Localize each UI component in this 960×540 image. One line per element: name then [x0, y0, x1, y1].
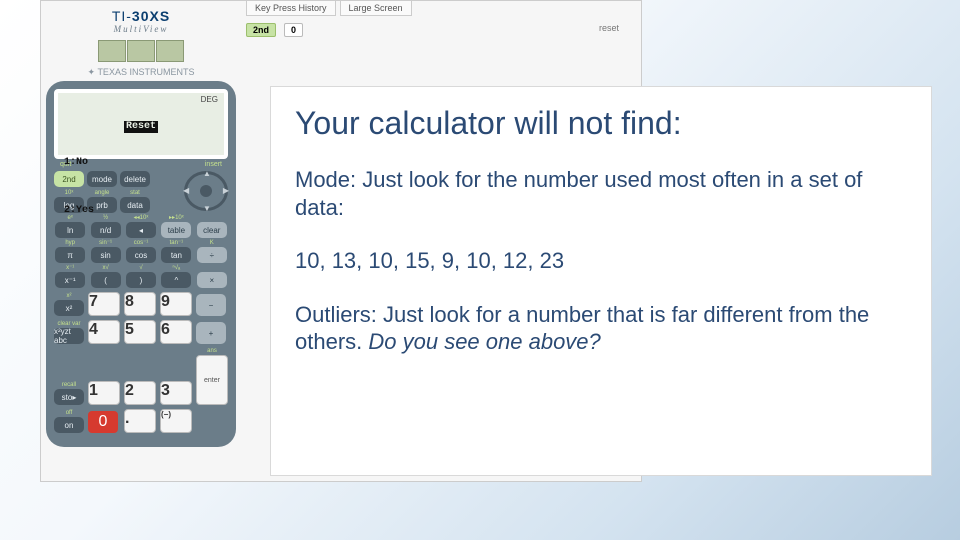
arrow-right-icon[interactable]: ▶	[223, 186, 229, 195]
key-9[interactable]: 9	[160, 292, 192, 316]
key-power[interactable]: ^	[161, 272, 191, 288]
lcd-line-1: Reset	[124, 121, 158, 133]
key-x2[interactable]: x²	[54, 300, 84, 316]
content-p1: Mode: Just look for the number used most…	[295, 166, 907, 221]
key-cos[interactable]: cos	[126, 247, 156, 263]
func-row-4: hypπ sin⁻¹sin cos⁻¹cos tan⁻¹tan K÷	[54, 240, 228, 263]
history-key-2nd: 2nd	[246, 23, 276, 37]
key-var[interactable]: x²yzt abc	[54, 328, 84, 344]
sup-x2: x²	[67, 293, 72, 299]
tab-key-history[interactable]: Key Press History	[246, 1, 336, 16]
key-neg[interactable]: (−)	[160, 409, 192, 433]
arrow-down-icon[interactable]: ▼	[203, 204, 211, 213]
content-panel: Your calculator will not find: Mode: Jus…	[270, 86, 932, 476]
lcd-frame: DEG Reset 1:No 2:Yes	[54, 89, 228, 159]
arrow-left-icon[interactable]: ◀	[183, 186, 189, 195]
key-sto[interactable]: sto▸	[54, 389, 84, 405]
key-tan[interactable]: tan	[161, 247, 191, 263]
content-dataset: 10, 13, 10, 15, 9, 10, 12, 23	[295, 247, 907, 275]
key-7[interactable]: 7	[88, 292, 120, 316]
calc-model: TI-30XS	[46, 8, 236, 24]
func-row-5: x⁻¹x⁻¹ x√( √) ⁿ√ₐ^ ×	[54, 265, 228, 288]
key-multiply[interactable]: ×	[197, 272, 227, 288]
key-minus[interactable]: −	[196, 294, 226, 316]
key-xinv[interactable]: x⁻¹	[55, 272, 85, 288]
key-sin[interactable]: sin	[91, 247, 121, 263]
key-plus[interactable]: +	[196, 322, 226, 344]
sup-ans: ans	[207, 348, 217, 354]
key-press-row: 2nd 0	[246, 23, 303, 37]
key-dot[interactable]: .	[124, 409, 156, 433]
sup-xinv: x⁻¹	[66, 265, 74, 271]
key-3[interactable]: 3	[160, 381, 192, 405]
lcd-line-2: 1:No	[64, 157, 218, 169]
calc-header: TI-30XS MultiView	[46, 4, 236, 36]
ti-logo: TEXAS INSTRUMENTS	[46, 68, 236, 77]
key-2[interactable]: 2	[124, 381, 156, 405]
sup-blank2	[211, 265, 213, 271]
model-number: 30XS	[132, 8, 170, 24]
calc-body: DEG Reset 1:No 2:Yes quit insert 2nd mod…	[46, 81, 236, 447]
sup-sqrt: √	[139, 265, 142, 271]
key-6[interactable]: 6	[160, 320, 192, 344]
dpad[interactable]: ▲ ▼ ◀ ▶	[184, 171, 228, 211]
sup-nroot: ⁿ√ₐ	[173, 265, 181, 271]
model-prefix: TI-	[112, 8, 132, 24]
history-key-0: 0	[284, 23, 303, 37]
key-pi[interactable]: π	[55, 247, 85, 263]
content-title: Your calculator will not find:	[295, 105, 907, 142]
key-divide[interactable]: ÷	[197, 247, 227, 263]
deg-indicator: DEG	[201, 95, 218, 104]
key-on[interactable]: on	[54, 417, 84, 433]
key-8[interactable]: 8	[124, 292, 156, 316]
content-p2: Outliers: Just look for a number that is…	[295, 301, 907, 356]
key-1[interactable]: 1	[88, 381, 120, 405]
key-lparen[interactable]: (	[91, 272, 121, 288]
calculator: TI-30XS MultiView TEXAS INSTRUMENTS DEG …	[46, 4, 236, 447]
solar-panel	[46, 40, 236, 62]
key-enter[interactable]: enter	[196, 355, 228, 405]
tab-large-screen[interactable]: Large Screen	[340, 1, 412, 16]
reset-label: reset	[599, 23, 619, 33]
sup-recall: recall	[62, 382, 76, 388]
key-0[interactable]: 0	[88, 411, 118, 433]
sim-tabs: Key Press History Large Screen	[246, 1, 412, 16]
numeric-pad: x²x² 7 8 9 − clear varx²yzt abc 4 5 6 + …	[54, 292, 228, 433]
key-5[interactable]: 5	[124, 320, 156, 344]
dpad-center[interactable]	[200, 185, 212, 197]
sup-xroot: x√	[102, 265, 108, 271]
lcd-screen: DEG Reset 1:No 2:Yes	[58, 93, 224, 155]
key-rparen[interactable]: )	[126, 272, 156, 288]
arrow-up-icon[interactable]: ▲	[203, 169, 211, 178]
key-4[interactable]: 4	[88, 320, 120, 344]
calc-subtitle: MultiView	[46, 24, 236, 34]
slide: Key Press History Large Screen reset 2nd…	[0, 0, 960, 540]
sup-off: off	[66, 410, 73, 416]
content-p2b: Do you see one above?	[368, 329, 600, 354]
